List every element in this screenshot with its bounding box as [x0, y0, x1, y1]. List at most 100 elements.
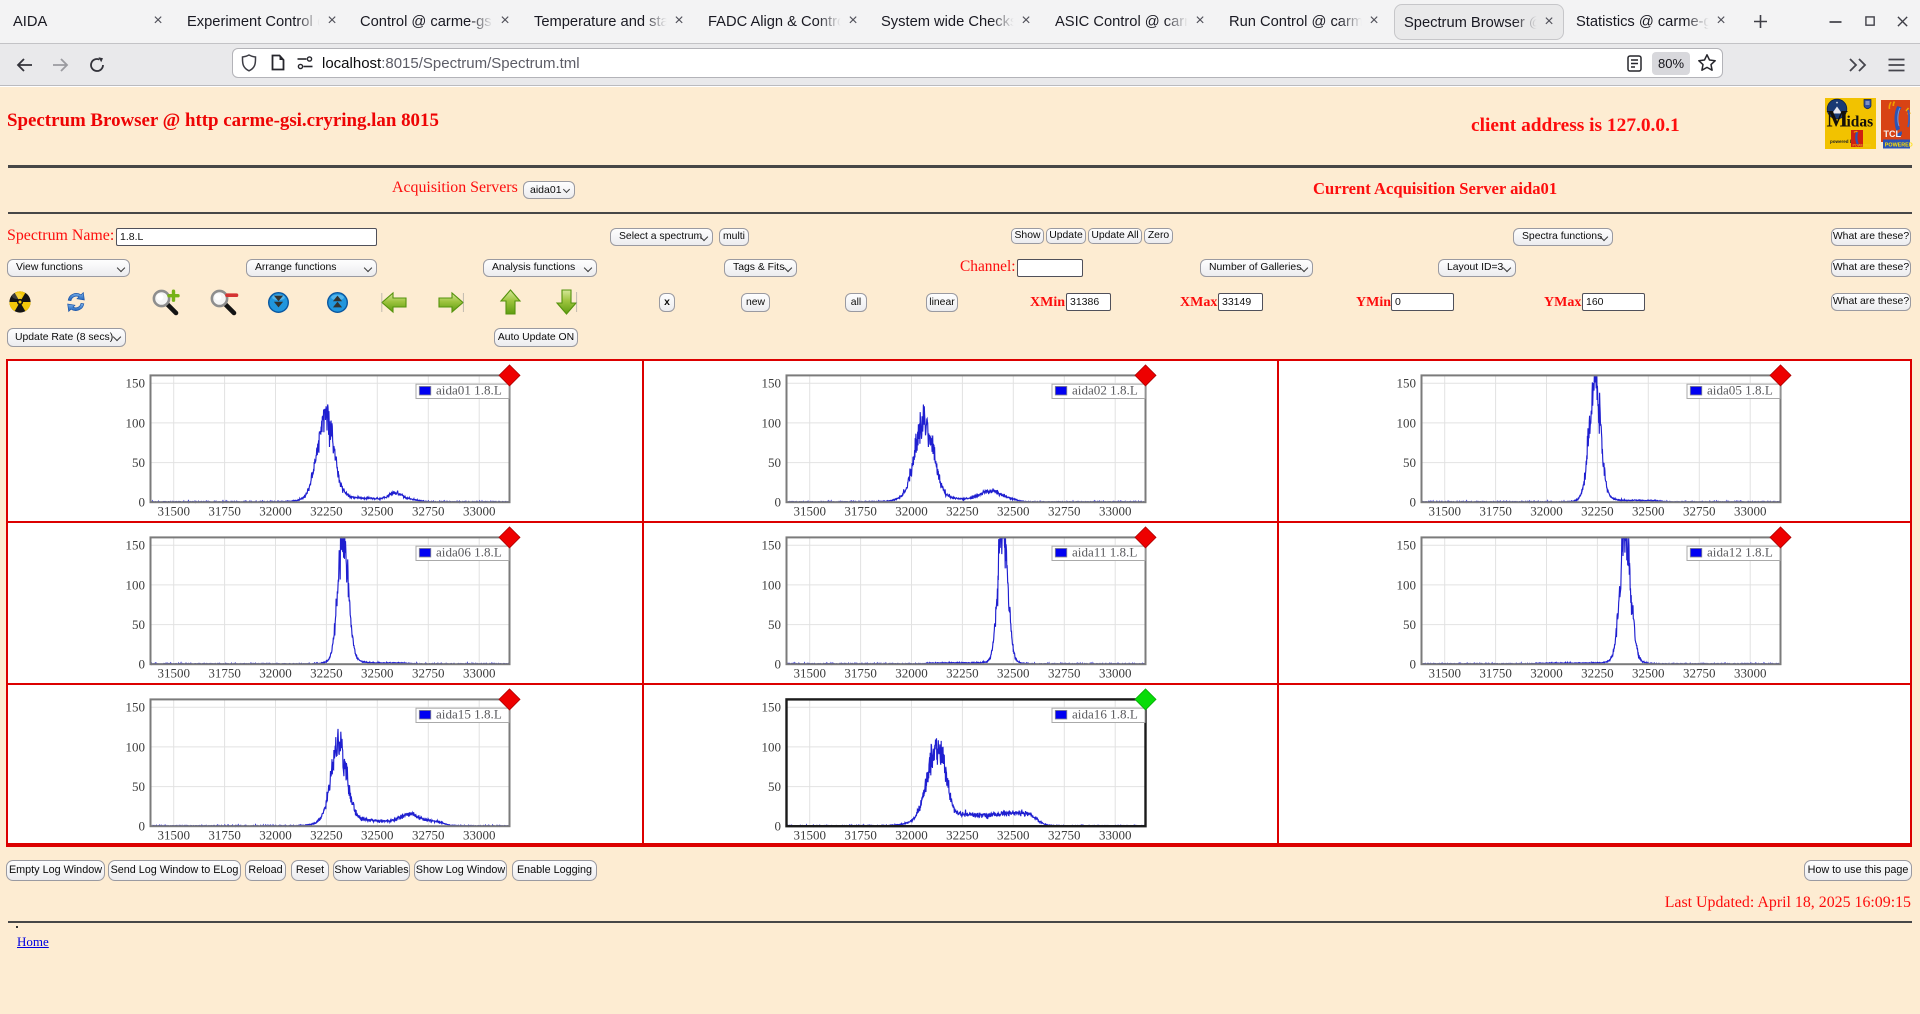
svg-text:32250: 32250: [1582, 504, 1615, 519]
svg-text:31750: 31750: [208, 827, 241, 842]
svg-text:M: M: [1827, 107, 1849, 132]
svg-text:aida05 1.8.L: aida05 1.8.L: [1707, 383, 1773, 398]
svg-text:aida11 1.8.L: aida11 1.8.L: [1072, 544, 1137, 559]
svg-text:32500: 32500: [997, 665, 1030, 680]
svg-text:33000: 33000: [463, 504, 496, 519]
svg-text:100: 100: [761, 739, 781, 754]
svg-text:POWERED: POWERED: [1885, 142, 1913, 148]
svg-text:32750: 32750: [412, 504, 445, 519]
svg-text:31500: 31500: [157, 504, 190, 519]
svg-text:32500: 32500: [361, 665, 394, 680]
svg-text:150: 150: [126, 699, 146, 714]
svg-text:31750: 31750: [844, 665, 877, 680]
svg-text:0: 0: [1410, 656, 1417, 671]
svg-text:32500: 32500: [361, 504, 394, 519]
svg-text:32750: 32750: [412, 665, 445, 680]
svg-text:150: 150: [1397, 537, 1417, 552]
svg-text:33000: 33000: [1734, 504, 1767, 519]
svg-text:0: 0: [774, 656, 781, 671]
svg-text:0: 0: [774, 818, 781, 833]
svg-text:POWERED: POWERED: [1853, 144, 1872, 148]
svg-text:32000: 32000: [1531, 504, 1564, 519]
svg-text:32000: 32000: [895, 827, 928, 842]
svg-text:aida12 1.8.L: aida12 1.8.L: [1707, 544, 1773, 559]
svg-text:31500: 31500: [1429, 665, 1462, 680]
svg-text:aida15 1.8.L: aida15 1.8.L: [436, 706, 502, 721]
svg-text:TCL: TCL: [1884, 129, 1902, 139]
svg-text:100: 100: [761, 577, 781, 592]
svg-text:32500: 32500: [997, 827, 1030, 842]
svg-text:100: 100: [1397, 415, 1417, 430]
svg-text:32250: 32250: [946, 665, 979, 680]
svg-text:aida06 1.8.L: aida06 1.8.L: [436, 544, 502, 559]
svg-text:32750: 32750: [1683, 504, 1716, 519]
svg-text:32250: 32250: [946, 504, 979, 519]
svg-text:33000: 33000: [1099, 665, 1132, 680]
svg-text:100: 100: [126, 415, 146, 430]
svg-text:31750: 31750: [1480, 665, 1513, 680]
svg-text:150: 150: [126, 537, 146, 552]
svg-text:32750: 32750: [1048, 504, 1081, 519]
svg-text:32250: 32250: [946, 827, 979, 842]
svg-text:32000: 32000: [895, 504, 928, 519]
svg-text:31750: 31750: [1480, 504, 1513, 519]
svg-text:32250: 32250: [310, 665, 343, 680]
svg-text:50: 50: [768, 455, 781, 470]
svg-text:32000: 32000: [895, 665, 928, 680]
svg-text:33000: 33000: [463, 827, 496, 842]
svg-text:150: 150: [761, 537, 781, 552]
svg-text:150: 150: [761, 376, 781, 391]
svg-text:100: 100: [761, 415, 781, 430]
svg-text:aida02 1.8.L: aida02 1.8.L: [1072, 383, 1138, 398]
svg-text:50: 50: [132, 617, 145, 632]
svg-text:32500: 32500: [1632, 665, 1665, 680]
svg-text:32000: 32000: [1531, 665, 1564, 680]
svg-text:32500: 32500: [361, 827, 394, 842]
svg-text:33000: 33000: [463, 665, 496, 680]
svg-text:150: 150: [126, 376, 146, 391]
svg-text:0: 0: [139, 495, 146, 510]
svg-text:50: 50: [1403, 455, 1416, 470]
svg-text:33000: 33000: [1734, 665, 1767, 680]
svg-text:50: 50: [768, 779, 781, 794]
svg-text:31500: 31500: [793, 504, 826, 519]
svg-text:31500: 31500: [793, 665, 826, 680]
svg-text:32000: 32000: [259, 827, 292, 842]
svg-text:32250: 32250: [1582, 665, 1615, 680]
svg-text:33000: 33000: [1099, 504, 1132, 519]
svg-text:32250: 32250: [310, 504, 343, 519]
svg-text:aida16 1.8.L: aida16 1.8.L: [1072, 706, 1138, 721]
svg-text:32750: 32750: [1683, 665, 1716, 680]
svg-text:32000: 32000: [259, 665, 292, 680]
svg-text:32000: 32000: [259, 504, 292, 519]
svg-text:32750: 32750: [412, 827, 445, 842]
svg-text:32250: 32250: [310, 827, 343, 842]
svg-text:31750: 31750: [208, 665, 241, 680]
svg-text:0: 0: [139, 818, 146, 833]
svg-text:32750: 32750: [1048, 827, 1081, 842]
svg-text:100: 100: [126, 739, 146, 754]
svg-text:31500: 31500: [1429, 504, 1462, 519]
svg-text:50: 50: [768, 617, 781, 632]
svg-text:50: 50: [132, 779, 145, 794]
svg-text:150: 150: [1397, 376, 1417, 391]
svg-text:31500: 31500: [793, 827, 826, 842]
svg-text:32500: 32500: [997, 504, 1030, 519]
svg-text:150: 150: [761, 699, 781, 714]
svg-text:31750: 31750: [208, 504, 241, 519]
svg-text:31750: 31750: [844, 504, 877, 519]
svg-text:50: 50: [132, 455, 145, 470]
svg-text:31500: 31500: [157, 827, 190, 842]
svg-text:33000: 33000: [1099, 827, 1132, 842]
svg-text:0: 0: [774, 495, 781, 510]
svg-text:100: 100: [126, 577, 146, 592]
svg-text:100: 100: [1397, 577, 1417, 592]
svg-text:0: 0: [1410, 495, 1417, 510]
svg-text:31750: 31750: [844, 827, 877, 842]
svg-text:idas: idas: [1847, 114, 1874, 131]
svg-text:32750: 32750: [1048, 665, 1081, 680]
svg-text:31500: 31500: [157, 665, 190, 680]
svg-text:aida01 1.8.L: aida01 1.8.L: [436, 383, 502, 398]
svg-text:50: 50: [1403, 617, 1416, 632]
svg-text:32500: 32500: [1632, 504, 1665, 519]
